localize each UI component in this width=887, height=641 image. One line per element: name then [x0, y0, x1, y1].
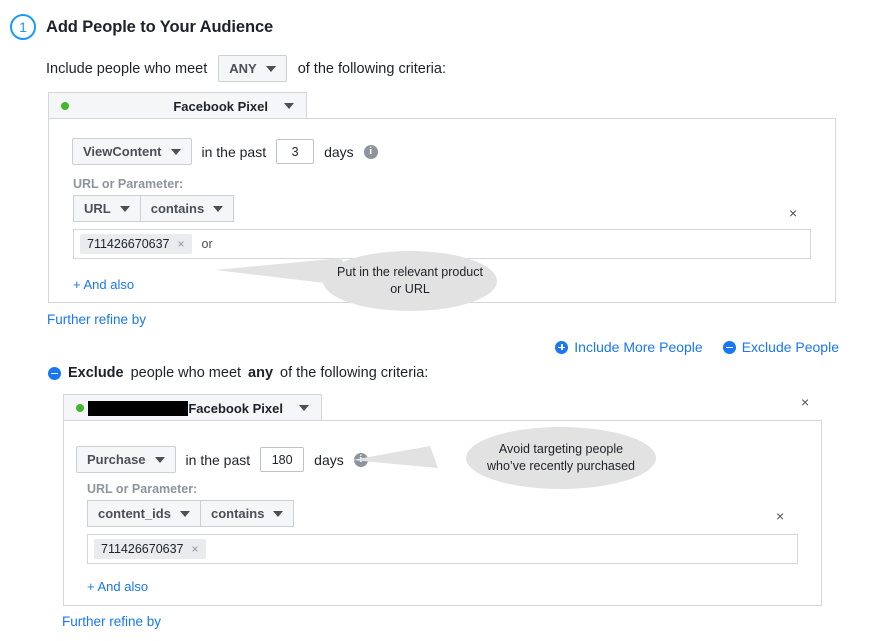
include-suffix-text: of the following criteria: [298, 61, 446, 77]
include-event-dropdown[interactable]: ViewContent [72, 138, 192, 165]
exclude-parameter-label: URL or Parameter: [87, 482, 197, 496]
exclude-in-the-past-label: in the past [186, 452, 251, 468]
exclude-event-row: Purchase in the past 180 days i [76, 446, 368, 473]
step-header: 1 Add People to Your Audience [10, 14, 273, 40]
annotation-callout-1-text: Put in the relevant product or URL [323, 264, 497, 298]
include-further-refine-link[interactable]: Further refine by [47, 312, 146, 327]
include-operator-dropdown[interactable]: contains [140, 195, 234, 222]
exclude-value-input[interactable]: 711426670637 × [87, 534, 798, 564]
exclude-filter-selectors: content_ids contains [87, 500, 293, 527]
include-prefix-text: Include people who meet [46, 61, 207, 77]
annotation-line-1: Put in the relevant product [323, 264, 497, 281]
minus-circle-icon [723, 341, 736, 354]
exclude-people-label: Exclude People [742, 339, 839, 355]
chevron-down-icon [299, 405, 309, 411]
exclude-heading-end: of the following criteria: [280, 365, 428, 381]
include-operator-value: contains [151, 201, 204, 216]
exclude-people-button[interactable]: Exclude People [723, 339, 839, 355]
exclude-further-refine-link[interactable]: Further refine by [62, 614, 161, 629]
exclude-event-dropdown[interactable]: Purchase [76, 446, 176, 473]
plus-circle-icon [555, 341, 568, 354]
chevron-down-icon [120, 206, 130, 212]
exclude-criteria-heading: Exclude people who meet any of the follo… [48, 365, 428, 381]
include-filter-selectors: URL contains [73, 195, 233, 222]
step-number-badge: 1 [10, 14, 36, 40]
exclude-field-dropdown[interactable]: content_ids [87, 500, 201, 527]
close-icon[interactable]: × [178, 237, 185, 251]
exclude-and-also-link[interactable]: + And also [87, 579, 148, 594]
exclude-value-token[interactable]: 711426670637 × [94, 539, 206, 559]
include-value-token[interactable]: 711426670637 × [80, 234, 192, 254]
include-more-people-button[interactable]: Include More People [555, 339, 702, 355]
exclude-operator-value: contains [211, 506, 264, 521]
chevron-down-icon [284, 103, 294, 109]
exclude-pixel-tab-label: Facebook Pixel [188, 401, 283, 416]
annotation-callout-2-text: Avoid targeting people who’ve recently p… [466, 441, 656, 475]
exclude-heading-mid: people who meet [131, 365, 241, 381]
include-more-people-label: Include More People [574, 339, 702, 355]
annotation-callout-2: Avoid targeting people who’ve recently p… [350, 424, 660, 492]
annotation-line-1: Avoid targeting people [466, 441, 656, 458]
annotation-callout-1: Put in the relevant product or URL [210, 248, 510, 314]
exclude-days-label: days [314, 452, 344, 468]
include-field-value: URL [84, 201, 111, 216]
chevron-down-icon [155, 457, 165, 463]
exclude-days-input[interactable]: 180 [260, 447, 304, 472]
include-criteria-line: Include people who meet ANY of the follo… [46, 55, 446, 82]
include-field-dropdown[interactable]: URL [73, 195, 141, 222]
exclude-pixel-tab[interactable]: Facebook Pixel [63, 394, 322, 421]
chevron-down-icon [213, 206, 223, 212]
include-rule-close-button[interactable]: × [789, 205, 797, 221]
exclude-rule-close-button[interactable]: × [776, 508, 784, 524]
annotation-line-2: who’ve recently purchased [466, 458, 656, 475]
exclude-field-value: content_ids [98, 506, 171, 521]
include-token-text: 711426670637 [87, 237, 170, 251]
redacted-account-name [88, 401, 188, 416]
include-event-row: ViewContent in the past 3 days i [72, 138, 378, 165]
info-icon[interactable]: i [364, 145, 378, 159]
match-type-value: ANY [229, 61, 256, 76]
chevron-down-icon [171, 149, 181, 155]
exclude-group-close-button[interactable]: × [801, 394, 809, 410]
include-parameter-label: URL or Parameter: [73, 177, 183, 191]
page-title: Add People to Your Audience [46, 18, 273, 37]
audience-action-links: Include More People Exclude People [555, 339, 839, 355]
include-days-input[interactable]: 3 [276, 139, 314, 164]
minus-circle-icon[interactable] [48, 367, 61, 380]
exclude-event-value: Purchase [87, 452, 146, 467]
close-icon[interactable]: × [192, 542, 199, 556]
match-type-dropdown[interactable]: ANY [218, 55, 286, 82]
include-in-the-past-label: in the past [202, 144, 267, 160]
annotation-line-2: or URL [323, 281, 497, 298]
chevron-down-icon [266, 66, 276, 72]
chevron-down-icon [273, 511, 283, 517]
pixel-active-dot-icon [61, 102, 69, 110]
include-event-value: ViewContent [83, 144, 162, 159]
chevron-down-icon [180, 511, 190, 517]
include-and-also-link[interactable]: + And also [73, 277, 134, 292]
exclude-heading-any: any [248, 365, 273, 381]
include-days-label: days [324, 144, 354, 160]
exclude-heading-bold: Exclude [68, 365, 124, 381]
exclude-token-text: 711426670637 [101, 542, 184, 556]
include-pixel-tab[interactable]: Facebook Pixel [48, 92, 307, 119]
pixel-active-dot-icon [76, 404, 84, 412]
exclude-operator-dropdown[interactable]: contains [200, 500, 294, 527]
include-pixel-tab-label: Facebook Pixel [173, 99, 268, 114]
